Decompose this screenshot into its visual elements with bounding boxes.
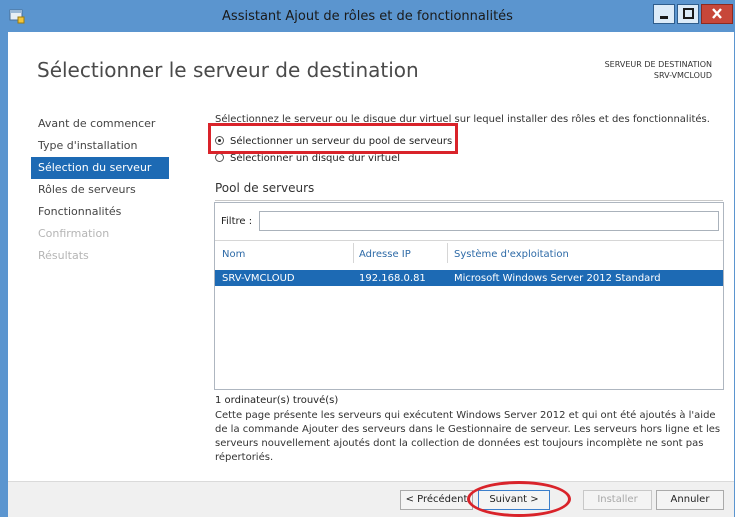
- destination-server-info: SERVEUR DE DESTINATION SRV-VMCLOUD: [605, 59, 712, 81]
- window-border: [1, 32, 8, 516]
- title-bar[interactable]: Assistant Ajout de rôles et de fonctionn…: [1, 1, 734, 32]
- maximize-icon: [683, 8, 694, 19]
- previous-button[interactable]: < Précédent: [400, 490, 473, 510]
- pool-divider: [215, 200, 723, 201]
- filter-input[interactable]: [259, 211, 719, 231]
- close-button[interactable]: [701, 4, 733, 24]
- filter-label: Filtre :: [221, 216, 253, 227]
- column-header-ip[interactable]: Adresse IP: [359, 249, 411, 260]
- minimize-button[interactable]: [653, 4, 675, 24]
- column-divider: [447, 243, 448, 263]
- install-button: Installer: [583, 490, 652, 510]
- option-virtual-disk[interactable]: Sélectionner un disque dur virtuel: [215, 153, 400, 164]
- radio-unselected-icon[interactable]: [215, 153, 224, 162]
- nav-item-roles-serveurs[interactable]: Rôles de serveurs: [31, 179, 169, 201]
- page-title: Sélectionner le serveur de destination: [37, 58, 419, 82]
- cell-ip-address: 192.168.0.81: [359, 273, 426, 284]
- cell-server-name: SRV-VMCLOUD: [222, 273, 295, 284]
- window-title: Assistant Ajout de rôles et de fonctionn…: [222, 9, 513, 24]
- maximize-button[interactable]: [677, 4, 699, 24]
- nav-item-fonctionnalites[interactable]: Fonctionnalités: [31, 201, 169, 223]
- column-divider: [353, 243, 354, 263]
- server-count: 1 ordinateur(s) trouvé(s): [215, 395, 339, 406]
- wizard-window: Assistant Ajout de rôles et de fonctionn…: [0, 0, 735, 517]
- destination-label: SERVEUR DE DESTINATION: [604, 60, 712, 69]
- cancel-button[interactable]: Annuler: [656, 490, 724, 510]
- destination-server-name: SRV-VMCLOUD: [653, 71, 712, 80]
- description-text: Cette page présente les serveurs qui exé…: [215, 410, 721, 463]
- nav-item-avant-de-commencer[interactable]: Avant de commencer: [31, 113, 169, 135]
- cell-os: Microsoft Windows Server 2012 Standard: [454, 273, 661, 284]
- nav-item-resultats: Résultats: [38, 249, 89, 262]
- wizard-nav: Avant de commencer Type d'installation S…: [31, 113, 169, 267]
- column-header-name[interactable]: Nom: [222, 249, 245, 260]
- highlight-ellipse: [467, 481, 571, 517]
- nav-item-type-installation[interactable]: Type d'installation: [31, 135, 169, 157]
- nav-item-confirmation: Confirmation: [38, 227, 110, 240]
- minimize-icon: [660, 16, 668, 19]
- close-icon: [712, 8, 722, 19]
- grid-separator: [215, 240, 723, 241]
- nav-item-selection-serveur[interactable]: Sélection du serveur: [31, 157, 169, 179]
- pool-heading: Pool de serveurs: [215, 181, 315, 195]
- option-virtual-disk-label: Sélectionner un disque dur virtuel: [230, 153, 401, 164]
- column-header-os[interactable]: Système d'exploitation: [454, 249, 569, 260]
- highlight-rectangle: [208, 123, 458, 154]
